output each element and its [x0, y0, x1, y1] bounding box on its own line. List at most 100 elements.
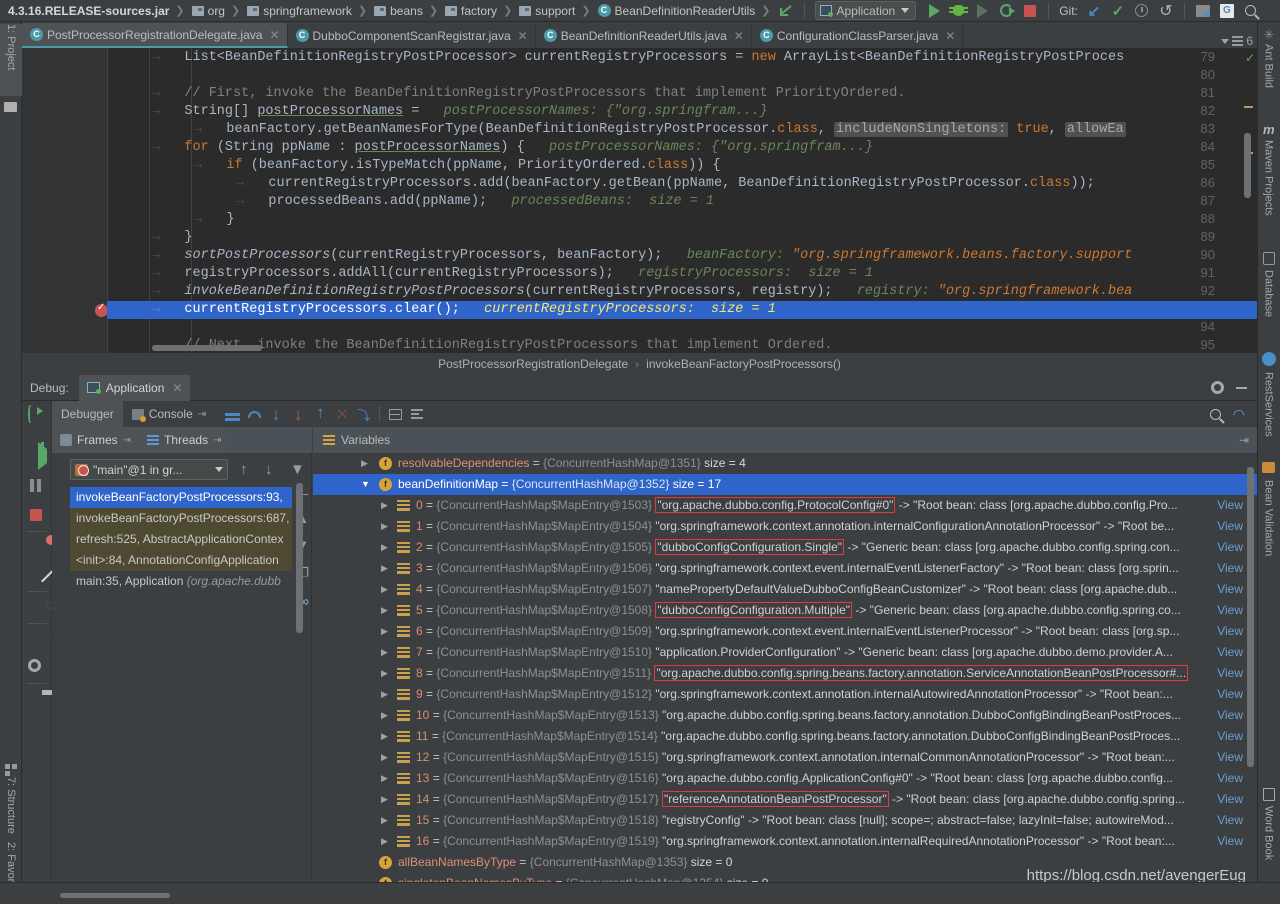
chevron-right-icon[interactable]: ▶ — [381, 642, 388, 663]
variable-row[interactable]: ▶ 2 = {ConcurrentHashMap$MapEntry@1505} … — [313, 537, 1257, 558]
run-dim-icon[interactable] — [970, 0, 994, 22]
variable-row[interactable]: ▶ 15 = {ConcurrentHashMap$MapEntry@1518}… — [313, 810, 1257, 831]
variable-row[interactable]: ▶ 4 = {ConcurrentHashMap$MapEntry@1507} … — [313, 579, 1257, 600]
variable-row[interactable]: ▶ 13 = {ConcurrentHashMap$MapEntry@1516}… — [313, 768, 1257, 789]
view-link[interactable]: View — [1217, 579, 1243, 600]
chevron-right-icon[interactable]: ▶ — [381, 705, 388, 726]
variable-row[interactable]: ▶ 12 = {ConcurrentHashMap$MapEntry@1515}… — [313, 747, 1257, 768]
close-icon[interactable]: ✕ — [734, 29, 744, 43]
frame-row[interactable]: <init>:84, AnnotationConfigApplication — [70, 550, 292, 571]
view-link[interactable]: View — [1217, 831, 1243, 852]
frame-row[interactable]: invokeBeanFactoryPostProcessors:687, — [70, 508, 292, 529]
breadcrumb-class[interactable]: C BeanDefinitionReaderUtils — [594, 0, 759, 22]
close-icon[interactable]: ✕ — [269, 28, 279, 42]
variable-row[interactable]: ▶ 6 = {ConcurrentHashMap$MapEntry@1509} … — [313, 621, 1257, 642]
variable-row[interactable]: ▶ 3 = {ConcurrentHashMap$MapEntry@1506} … — [313, 558, 1257, 579]
rerun-icon[interactable] — [994, 0, 1018, 22]
chevron-right-icon[interactable]: ▶ — [381, 684, 388, 705]
tab-console[interactable]: Console ⇥ — [123, 401, 215, 427]
sidebar-item-restservices[interactable]: RestServices — [1257, 372, 1280, 450]
breadcrumb-jar[interactable]: 4.3.16.RELEASE-sources.jar — [4, 0, 172, 22]
chevron-right-icon[interactable]: ▶ — [381, 747, 388, 768]
revert-icon[interactable]: ↺ — [1154, 0, 1178, 22]
step-out-down-icon[interactable]: ↓ — [287, 403, 309, 425]
search-icon[interactable] — [1239, 0, 1263, 22]
history-icon[interactable] — [1130, 0, 1154, 22]
chevron-right-icon[interactable]: ▶ — [381, 495, 388, 516]
hide-icon[interactable] — [1236, 386, 1247, 389]
tab-configurationclassparser[interactable]: C ConfigurationClassParser.java ✕ — [751, 23, 964, 48]
thread-selector[interactable]: "main"@1 in gr... — [70, 459, 228, 480]
chevron-right-icon[interactable]: ▶ — [381, 726, 388, 747]
back-arrow-icon[interactable] — [774, 0, 798, 22]
sidebar-item-word-book[interactable]: Word Book — [1257, 806, 1280, 880]
frames-panel[interactable]: "main"@1 in gr... ↑ ↓ ▼ + invokeBeanFact… — [52, 453, 324, 882]
stop-icon[interactable] — [1018, 0, 1042, 22]
filter-icon[interactable]: ▼ — [290, 461, 305, 478]
chevron-right-icon[interactable]: ▶ — [381, 789, 388, 810]
pin-icon[interactable]: ⇥ — [198, 409, 206, 420]
breadcrumb-springframework[interactable]: springframework — [243, 0, 355, 22]
sidebar-item-database[interactable]: Database — [1257, 270, 1280, 340]
run-to-cursor-icon[interactable]: ⤵ — [353, 403, 375, 425]
view-link[interactable]: View — [1217, 789, 1243, 810]
variables-tree[interactable]: ▶ f resolvableDependencies = {Concurrent… — [313, 453, 1257, 882]
view-link[interactable]: View — [1217, 558, 1243, 579]
variable-row[interactable]: ▶ 11 = {ConcurrentHashMap$MapEntry@1514}… — [313, 726, 1257, 747]
warning-marker[interactable] — [1244, 106, 1253, 108]
frame-row[interactable]: main:35, Application (org.apache.dubb — [70, 571, 292, 592]
variable-row[interactable]: ▶ 10 = {ConcurrentHashMap$MapEntry@1513}… — [313, 705, 1257, 726]
variable-row[interactable]: ▶ 5 = {ConcurrentHashMap$MapEntry@1508} … — [313, 600, 1257, 621]
drop-frame-icon[interactable]: ⤬ — [331, 403, 353, 425]
tab-overflow-area[interactable]: 6 — [1215, 34, 1257, 48]
frame-row[interactable]: invokeBeanFactoryPostProcessors:93, — [70, 487, 292, 508]
frame-up-icon[interactable]: ↑ — [240, 461, 248, 478]
variables-scrollbar[interactable] — [1247, 467, 1254, 767]
evaluate-icon[interactable] — [384, 403, 406, 425]
variable-row[interactable]: ▶ 7 = {ConcurrentHashMap$MapEntry@1510} … — [313, 642, 1257, 663]
variable-row[interactable]: ▶ 0 = {ConcurrentHashMap$MapEntry@1503} … — [313, 495, 1257, 516]
settings-gear-icon[interactable] — [28, 659, 41, 672]
view-link[interactable]: View — [1217, 516, 1243, 537]
frame-down-icon[interactable]: ↓ — [265, 461, 273, 478]
chevron-right-icon[interactable]: ▶ — [381, 558, 388, 579]
diff-icon[interactable] — [1191, 0, 1215, 22]
chevron-right-icon[interactable]: ▶ — [381, 768, 388, 789]
step-out-icon[interactable]: ↓ — [309, 403, 331, 425]
tab-dubbocomponentscanregistrar[interactable]: C DubboComponentScanRegistrar.java ✕ — [287, 23, 536, 48]
chevron-right-icon[interactable]: ▶ — [381, 663, 388, 684]
breadcrumb-class-name[interactable]: PostProcessorRegistrationDelegate — [438, 357, 628, 371]
variable-row[interactable]: ▶ 9 = {ConcurrentHashMap$MapEntry@1512} … — [313, 684, 1257, 705]
chevron-down-icon[interactable]: ▼ — [361, 474, 370, 495]
variable-row[interactable]: ▼ f beanDefinitionMap = {ConcurrentHashM… — [313, 474, 1257, 495]
chevron-right-icon[interactable]: ▶ — [381, 579, 388, 600]
breadcrumb-org[interactable]: org — [188, 0, 228, 22]
debug-icon[interactable] — [946, 0, 970, 22]
run-icon[interactable] — [922, 0, 946, 22]
breadcrumb-factory[interactable]: factory — [441, 0, 500, 22]
view-link[interactable]: View — [1217, 663, 1243, 684]
chevron-right-icon[interactable]: ▶ — [381, 537, 388, 558]
view-link[interactable]: View — [1217, 768, 1243, 789]
tab-frames[interactable]: Frames ⇥ — [52, 427, 140, 453]
chevron-right-icon[interactable]: ▶ — [381, 600, 388, 621]
stop-icon[interactable] — [30, 509, 42, 521]
pin-icon[interactable]: ⇥ — [1239, 433, 1257, 447]
run-configuration-selector[interactable]: Application — [814, 1, 917, 20]
breadcrumb-method-name[interactable]: invokeBeanFactoryPostProcessors() — [646, 357, 841, 371]
editor-gutter[interactable] — [22, 48, 107, 353]
frame-row[interactable]: refresh:525, AbstractApplicationContex — [70, 529, 292, 550]
update-project-icon[interactable]: ↙ — [1082, 0, 1106, 22]
variable-row[interactable]: ▶ 1 = {ConcurrentHashMap$MapEntry@1504} … — [313, 516, 1257, 537]
settings-icon[interactable] — [406, 403, 428, 425]
variable-row[interactable]: ▶ 14 = {ConcurrentHashMap$MapEntry@1517}… — [313, 789, 1257, 810]
sidebar-item-ant-build[interactable]: Ant Build — [1257, 44, 1280, 110]
search-icon[interactable] — [1209, 408, 1221, 420]
tab-beandefinitionreaderutils[interactable]: C BeanDefinitionReaderUtils.java ✕ — [535, 23, 752, 48]
step-over-icon[interactable] — [221, 403, 243, 425]
variable-row[interactable]: ▶ 16 = {ConcurrentHashMap$MapEntry@1519}… — [313, 831, 1257, 852]
view-link[interactable]: View — [1217, 684, 1243, 705]
view-link[interactable]: View — [1217, 726, 1243, 747]
view-link[interactable]: View — [1217, 810, 1243, 831]
sidebar-item-maven-projects[interactable]: Maven Projects — [1257, 140, 1280, 240]
